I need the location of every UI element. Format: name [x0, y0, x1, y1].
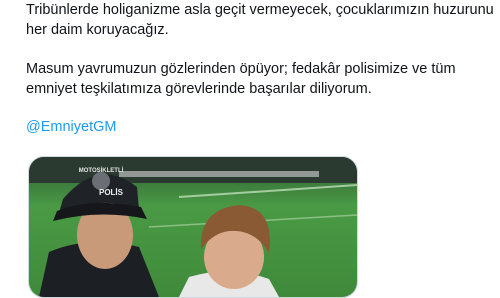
photo-illustration: MOTOSİKLETLİ POLİS	[29, 157, 357, 297]
tweet-photo[interactable]: MOTOSİKLETLİ POLİS	[28, 156, 358, 298]
tweet-paragraph-2-line-1: Masum yavrumuzun gözlerinden öpüyor; fed…	[26, 61, 456, 77]
tweet-paragraph-2-line-2: emniyet teşkilatımıza görevlerinde başar…	[26, 81, 372, 97]
cap-text-top: MOTOSİKLETLİ	[79, 167, 124, 174]
tweet-paragraph-1-line-2: her daim koruyacağız.	[26, 22, 169, 38]
tweet-text: Tribünlerde holiganizme asla geçit verme…	[26, 0, 494, 137]
ad-board	[119, 171, 319, 177]
tweet-paragraph-1-line-1: Tribünlerde holiganizme asla geçit verme…	[26, 2, 494, 18]
cap-text-bottom: POLİS	[99, 188, 124, 197]
mention-link[interactable]: @EmniyetGM	[26, 117, 116, 137]
